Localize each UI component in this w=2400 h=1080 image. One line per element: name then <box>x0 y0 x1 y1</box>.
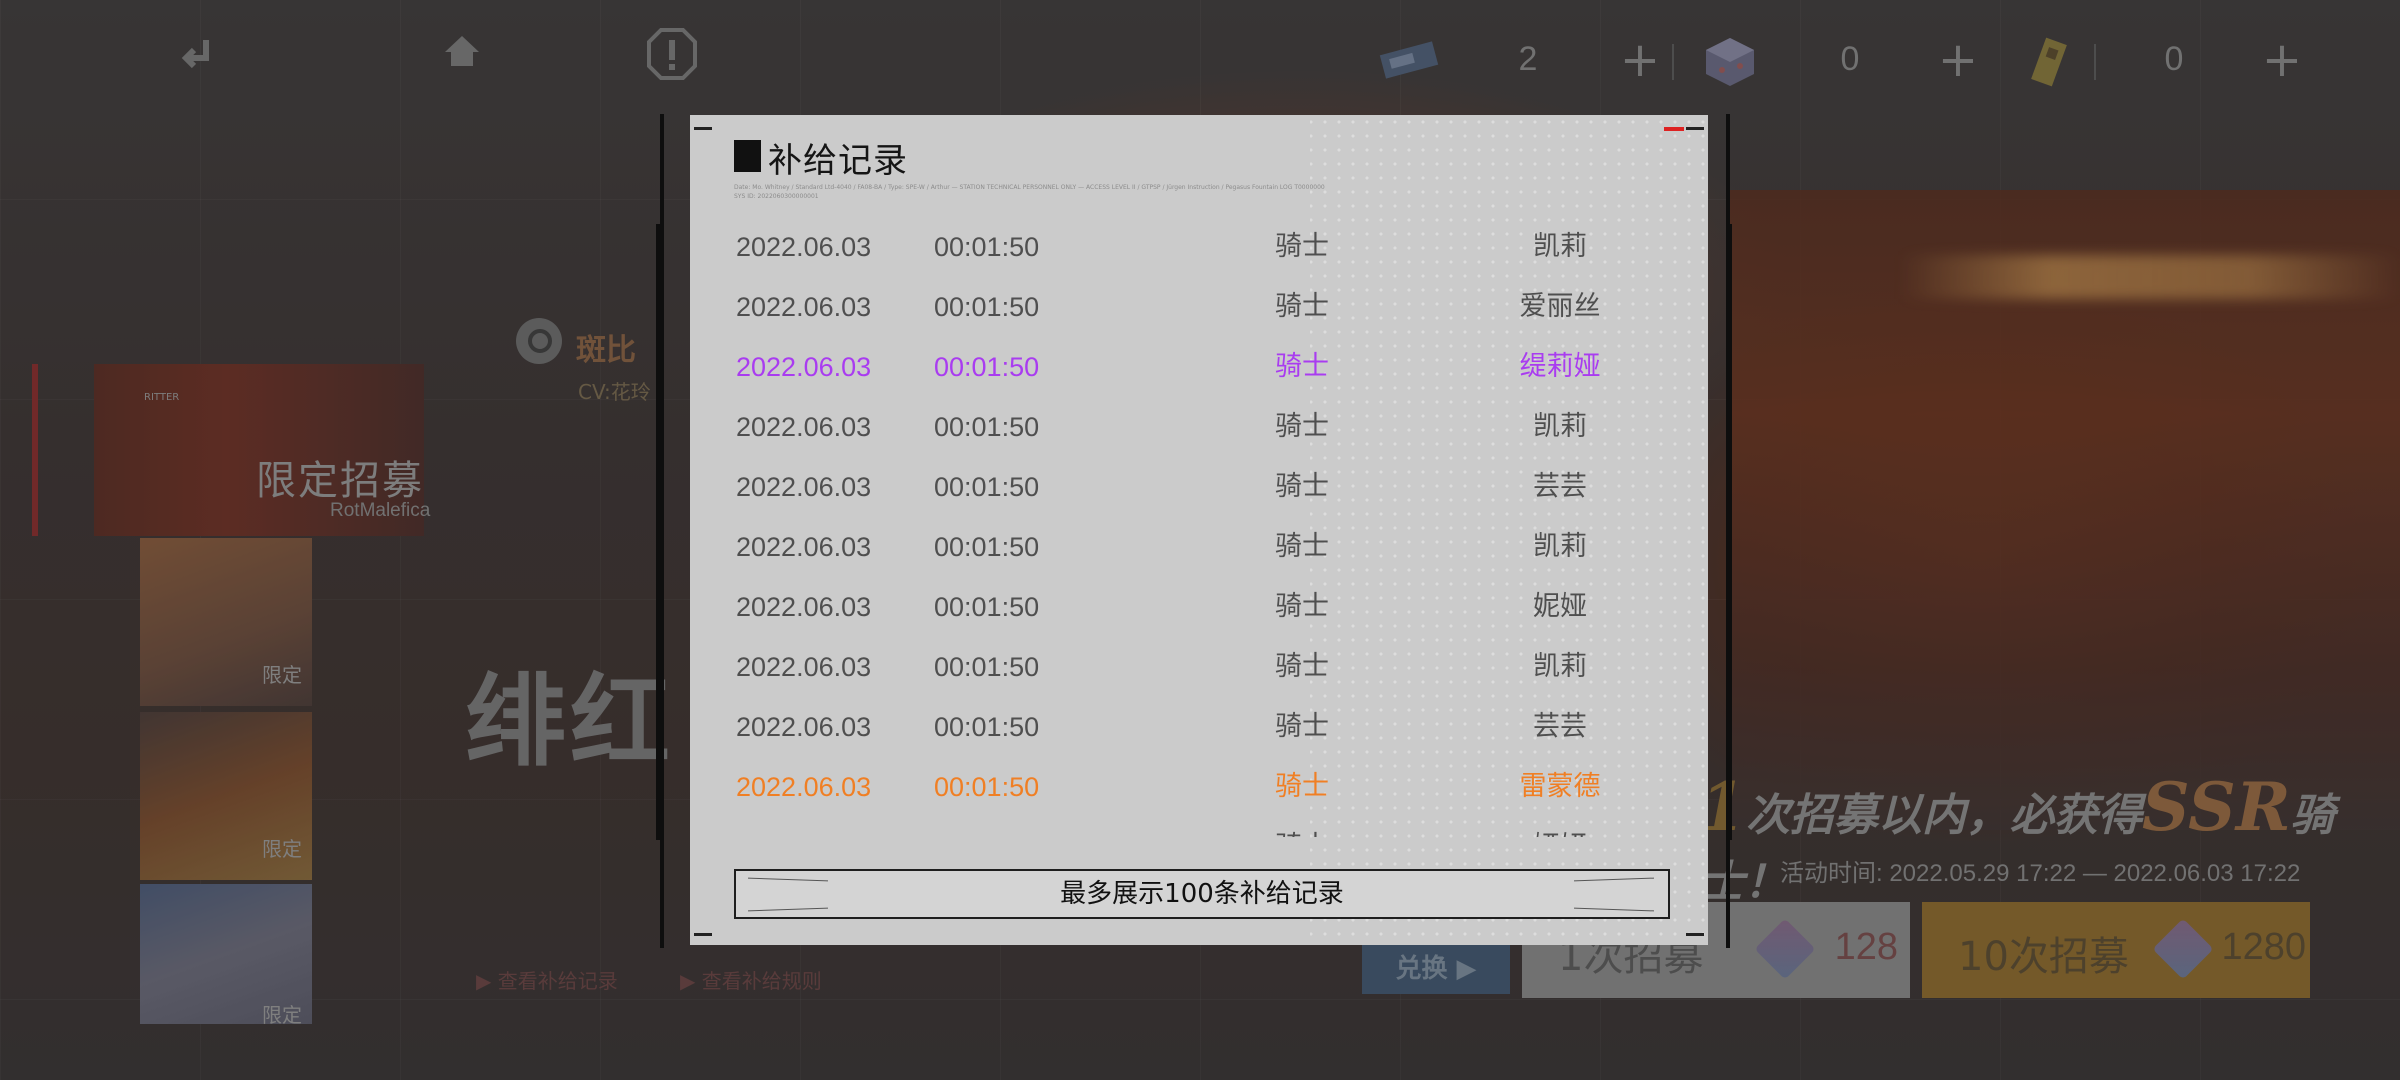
record-date: 2022.06.03 <box>736 292 872 322</box>
record-row: 2022.06.03 00:01:50 骑士 妮娅 <box>690 577 1708 637</box>
record-rarity: 骑士 <box>1275 231 1329 262</box>
record-time: 00:01:50 <box>934 352 1040 382</box>
footer-note: 最多展示100条补给记录 <box>1060 879 1344 909</box>
record-time: 00:01:50 <box>934 232 1040 262</box>
record-date: 2022.06.03 <box>736 712 872 742</box>
record-row: 2022.06.03 00:01:50 骑士 缇莉娅 <box>690 337 1708 397</box>
record-rarity: 骑士 <box>1275 771 1329 802</box>
record-time: 00:01:50 <box>934 532 1040 562</box>
record-row: 2022.06.03 00:01:50 骑士 爱丽丝 <box>690 277 1708 337</box>
record-time: 00:01:50 <box>934 652 1040 682</box>
record-time: 00:01:50 <box>934 712 1040 742</box>
record-rarity: 骑士 <box>1275 411 1329 442</box>
record-date: 2022.06.03 <box>736 592 872 622</box>
record-date: 2022.06.03 <box>736 772 872 802</box>
record-row: 2022.06.03 00:01:50 骑士 凯莉 <box>690 517 1708 577</box>
record-date: 2022.06.03 <box>736 817 871 837</box>
record-rarity: 骑士 <box>1275 471 1329 502</box>
record-date: 2022.06.03 <box>736 412 872 442</box>
dialog-fine-print: Date: Mo. Whitney / Standard Ltd-4040 / … <box>734 183 1374 201</box>
record-rarity: 骑士 <box>1275 651 1329 682</box>
record-rarity: 骑士 <box>1275 291 1329 322</box>
record-date: 2022.06.03 <box>736 352 872 382</box>
record-name: 凯莉 <box>1533 651 1587 682</box>
fine-print-line-2: SYS ID: 2022060300000001 <box>734 193 819 200</box>
record-date: 2022.06.03 <box>736 232 872 262</box>
dialog-corner <box>1686 933 1704 936</box>
record-time: 00:01:50 <box>934 412 1040 442</box>
record-name: 芸芸 <box>1533 471 1587 502</box>
record-time: 23:48:47 <box>934 817 1039 837</box>
dialog-corner <box>1686 127 1704 130</box>
record-row: 2022.06.03 00:01:50 骑士 芸芸 <box>690 697 1708 757</box>
record-row: 2022.06.03 23:48:47 骑士 娅妍 <box>690 817 1708 837</box>
max-records-notice: 最多展示100条补给记录 <box>734 869 1670 919</box>
dialog-frame-right-thick <box>1726 224 1732 840</box>
records-list[interactable]: 2022.06.03 00:01:50 骑士 凯莉 2022.06.03 00:01:50… <box>690 217 1708 837</box>
record-date: 2022.06.03 <box>736 472 872 502</box>
record-time: 00:01:50 <box>934 292 1040 322</box>
record-row: 2022.06.03 00:01:50 骑士 雷蒙德 <box>690 757 1708 817</box>
record-time: 00:01:50 <box>934 472 1040 502</box>
fine-print-line-1: Date: Mo. Whitney / Standard Ltd-4040 / … <box>734 184 1325 191</box>
record-rarity: 骑士 <box>1275 531 1329 562</box>
record-name: 雷蒙德 <box>1519 771 1601 802</box>
record-time: 00:01:50 <box>934 772 1040 802</box>
record-name: 凯莉 <box>1533 531 1587 562</box>
dialog-corner <box>694 933 712 936</box>
record-name: 娅妍 <box>1490 817 1630 837</box>
record-row: 2022.06.03 00:01:50 骑士 芸芸 <box>690 457 1708 517</box>
record-time: 00:01:50 <box>934 592 1040 622</box>
record-date: 2022.06.03 <box>736 652 872 682</box>
record-name: 凯莉 <box>1533 231 1587 262</box>
record-name: 妮娅 <box>1533 591 1587 622</box>
dialog-corner-accent <box>1664 127 1684 131</box>
record-row: 2022.06.03 00:01:50 骑士 凯莉 <box>690 217 1708 277</box>
dialog-frame-left-thick <box>656 224 662 840</box>
record-rarity: 骑士 <box>1252 817 1352 837</box>
record-name: 爱丽丝 <box>1519 291 1601 322</box>
record-rarity: 骑士 <box>1275 711 1329 742</box>
record-date: 2022.06.03 <box>736 532 872 562</box>
supply-records-dialog: 补给记录 Date: Mo. Whitney / Standard Ltd-40… <box>690 115 1708 945</box>
record-rarity: 骑士 <box>1275 351 1329 382</box>
record-rarity: 骑士 <box>1275 591 1329 622</box>
record-row: 2022.06.03 00:01:50 骑士 凯莉 <box>690 397 1708 457</box>
record-row: 2022.06.03 00:01:50 骑士 凯莉 <box>690 637 1708 697</box>
record-name: 芸芸 <box>1533 711 1587 742</box>
record-name: 凯莉 <box>1533 411 1587 442</box>
title-square-icon <box>734 140 761 172</box>
dialog-title: 补给记录 <box>768 141 908 181</box>
record-name: 缇莉娅 <box>1519 351 1601 382</box>
dialog-corner <box>694 127 712 130</box>
